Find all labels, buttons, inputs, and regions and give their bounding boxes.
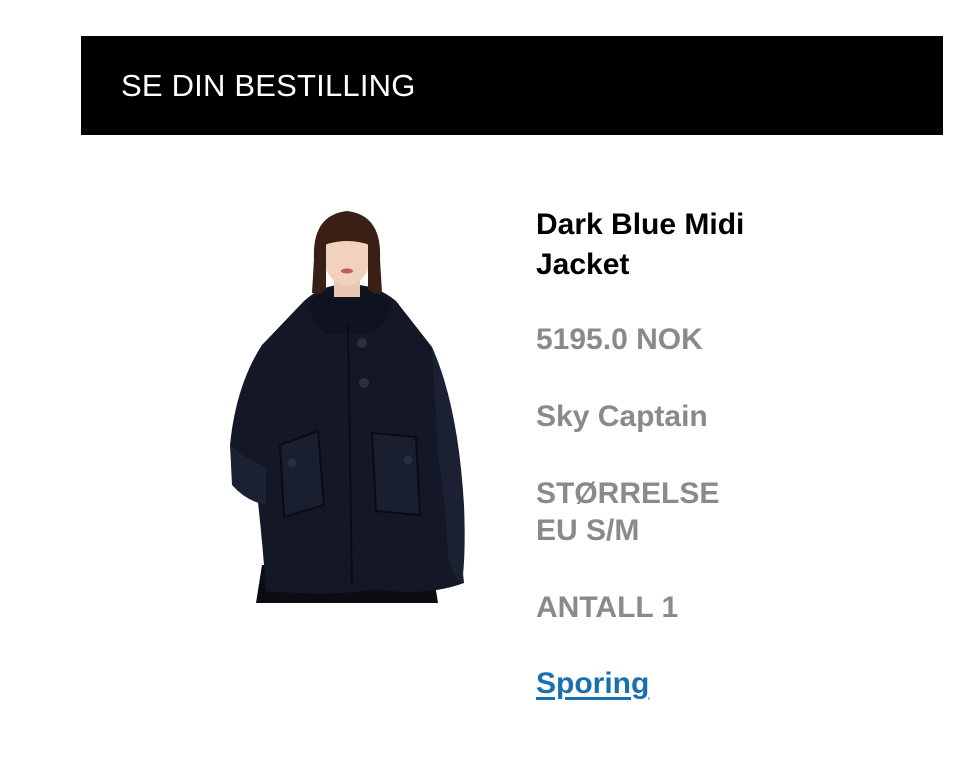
product-name: Dark Blue Midi Jacket (536, 208, 745, 281)
quantity: ANTALL 1 (536, 591, 679, 624)
product-image (226, 205, 470, 605)
tracking-link[interactable]: Sporing (536, 666, 649, 702)
product-color: Sky Captain (536, 400, 708, 433)
size-value: EU S/M (536, 514, 640, 547)
order-header-bar: SE DIN BESTILLING (81, 36, 943, 135)
product-details: Dark Blue Midi Jacket 5195.0 NOK Sky Cap… (536, 205, 896, 700)
size-label: STØRRELSE (536, 477, 720, 510)
product-price: 5195.0 NOK (536, 323, 703, 356)
page-title: SE DIN BESTILLING (121, 68, 416, 103)
